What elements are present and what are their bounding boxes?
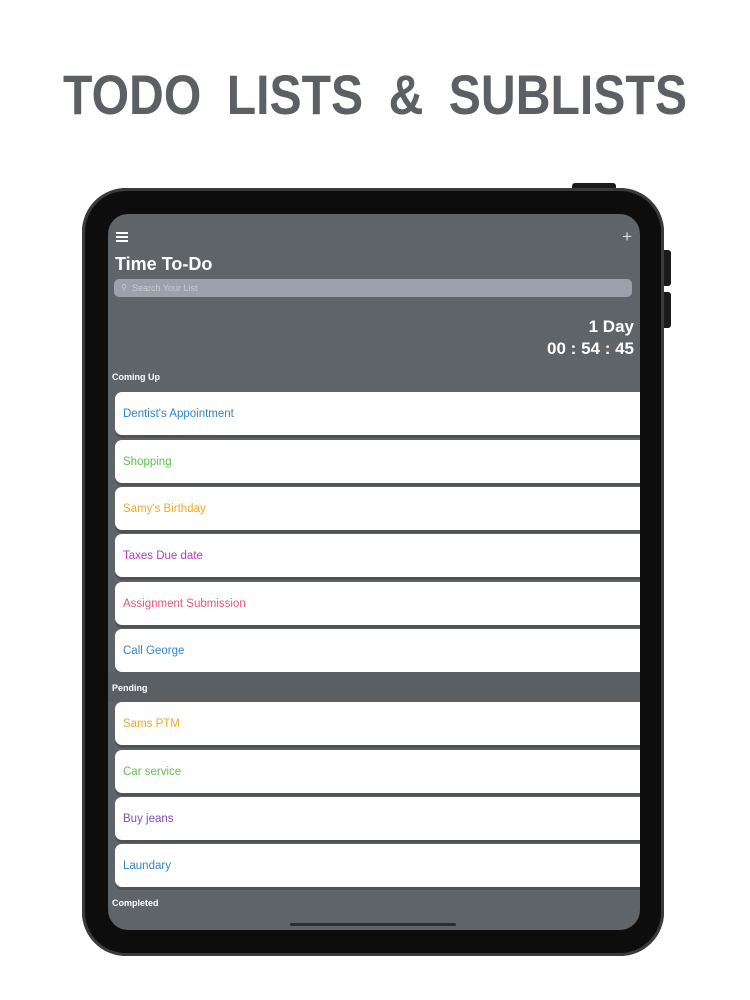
add-list-icon[interactable]: + <box>622 228 632 245</box>
list-item[interactable]: Buy jeans <box>115 797 640 840</box>
list-item[interactable]: Samy's Birthday <box>115 487 640 530</box>
section-label-pending: Pending <box>112 683 148 693</box>
list-item-label: Dentist's Appointment <box>123 407 234 420</box>
headline: TODO LISTS & SUBLISTS <box>63 63 687 126</box>
list-item-label: Call George <box>123 644 185 657</box>
search-icon: ⚲ <box>121 283 127 292</box>
list-item[interactable]: Taxes Due date <box>115 534 640 577</box>
countdown-days: 1 Day <box>588 317 634 336</box>
list-item-label: Laundary <box>123 859 171 872</box>
list-item-label: Car service <box>123 765 182 778</box>
list-item[interactable]: Assignment Submission <box>115 582 640 625</box>
list-item-label: Taxes Due date <box>123 549 203 562</box>
list-item[interactable]: Call George <box>115 629 640 672</box>
list-item-label: Buy jeans <box>123 812 174 825</box>
home-indicator[interactable] <box>290 923 456 926</box>
hamburger-menu-icon[interactable] <box>116 232 128 242</box>
list-item-label: Assignment Submission <box>123 597 246 610</box>
list-item-label: Shopping <box>123 455 172 468</box>
app-title: Time To-Do <box>115 254 213 274</box>
section-label-coming-up: Coming Up <box>112 372 160 382</box>
search-bar[interactable]: ⚲ <box>114 279 632 297</box>
list-item[interactable]: Shopping <box>115 440 640 483</box>
pending-header-band <box>108 672 640 702</box>
search-input[interactable] <box>132 279 612 297</box>
list-item-label: Samy's Birthday <box>123 502 206 515</box>
list-item[interactable]: Sams PTM <box>115 702 640 745</box>
list-item[interactable]: Dentist's Appointment <box>115 392 640 435</box>
countdown-time: 00 : 54 : 45 <box>547 339 634 358</box>
list-item[interactable]: Car service <box>115 750 640 793</box>
app-screen: + Time To-Do ⚲ 1 Day 00 : 54 : 45 Coming… <box>108 214 640 930</box>
list-item-label: Sams PTM <box>123 717 180 730</box>
section-label-completed: Completed <box>112 898 159 908</box>
volume-down-button <box>664 292 671 328</box>
countdown-timer: 1 Day 00 : 54 : 45 <box>547 316 634 360</box>
list-item[interactable]: Laundary <box>115 844 640 887</box>
volume-up-button <box>664 250 671 286</box>
